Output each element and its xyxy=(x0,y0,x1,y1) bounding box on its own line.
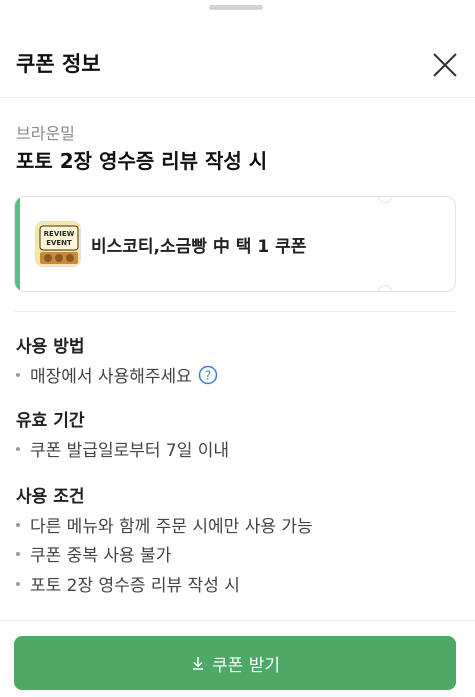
sheet-grabber-handle[interactable] xyxy=(209,5,263,10)
validity-item: 쿠폰 발급일로부터 7일 이내 xyxy=(16,436,229,461)
help-button[interactable]: ? xyxy=(198,365,218,385)
bullet-dot xyxy=(16,372,20,377)
condition-item: 다른 메뉴와 함께 주문 시에만 사용 가능 xyxy=(16,512,313,537)
ticket-notch-bottom xyxy=(378,285,392,291)
ticket-accent-bar xyxy=(15,197,20,291)
condition-item: 포토 2장 영수증 리뷰 작성 시 xyxy=(16,571,240,596)
bullet-dot xyxy=(16,551,20,556)
coupon-thumbnail: REVIEW EVENT xyxy=(35,221,81,267)
review-event-image-icon: REVIEW EVENT xyxy=(36,222,80,266)
thumbnail-line-1: REVIEW xyxy=(44,230,75,238)
validity-title: 유효 기간 xyxy=(16,411,85,431)
thumbnail-line-2: EVENT xyxy=(46,239,72,247)
usage-method-text: 매장에서 사용해주세요 xyxy=(30,367,192,387)
header-title: 쿠폰 정보 xyxy=(16,52,101,76)
bullet-dot xyxy=(16,581,20,586)
condition-item: 쿠폰 중복 사용 불가 xyxy=(16,541,171,566)
close-icon xyxy=(433,53,457,77)
condition-text-1: 다른 메뉴와 함께 주문 시에만 사용 가능 xyxy=(30,517,313,537)
footer-divider xyxy=(0,620,475,621)
coupon-info-sheet: 쿠폰 정보 브라운밀 포토 2장 영수증 리뷰 작성 시 REVIEW EVEN… xyxy=(0,0,475,697)
condition-text-3: 포토 2장 영수증 리뷰 작성 시 xyxy=(30,576,240,596)
svg-text:?: ? xyxy=(205,368,211,382)
question-circle-icon: ? xyxy=(198,365,218,384)
download-arrow-icon xyxy=(190,655,206,671)
store-name: 브라운밀 xyxy=(16,124,75,143)
usage-method-item: 매장에서 사용해주세요 ? xyxy=(16,362,218,387)
condition-text-2: 쿠폰 중복 사용 불가 xyxy=(30,546,172,566)
bullet-dot xyxy=(16,446,20,451)
bullet-dot xyxy=(16,522,20,527)
coupon-ticket-card: REVIEW EVENT 비스코티,소금빵 中 택 1 쿠폰 xyxy=(14,196,456,292)
validity-text: 쿠폰 발급일로부터 7일 이내 xyxy=(30,441,230,461)
section-divider xyxy=(14,311,456,312)
sheet-header: 쿠폰 정보 xyxy=(0,28,475,98)
download-coupon-button[interactable]: 쿠폰 받기 xyxy=(14,636,456,690)
coupon-title: 포토 2장 영수증 리뷰 작성 시 xyxy=(16,149,268,173)
usage-method-title: 사용 방법 xyxy=(16,337,85,357)
download-button-label: 쿠폰 받기 xyxy=(212,655,280,676)
coupon-item-name: 비스코티,소금빵 中 택 1 쿠폰 xyxy=(91,237,307,257)
ticket-notch-top xyxy=(378,197,392,203)
close-button[interactable] xyxy=(428,48,462,82)
conditions-title: 사용 조건 xyxy=(16,487,85,507)
